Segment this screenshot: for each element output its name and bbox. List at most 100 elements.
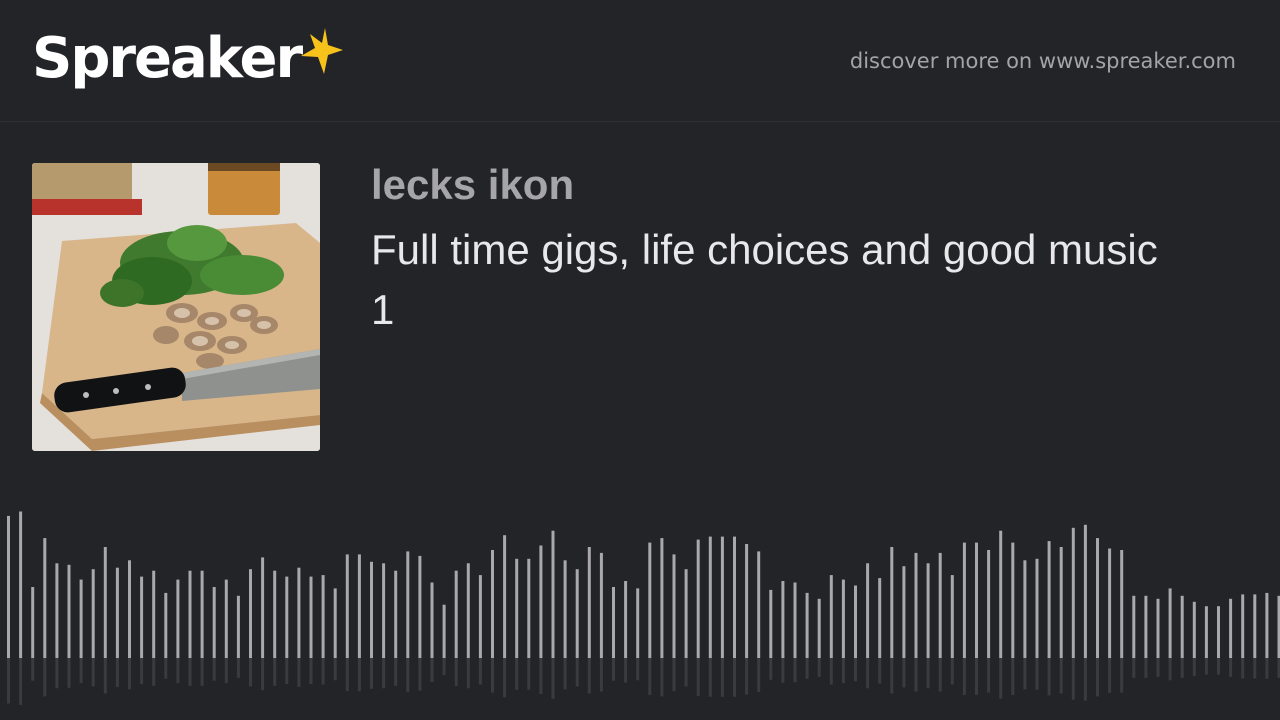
episode-author[interactable]: lecks ikon (371, 162, 574, 208)
waveform-bar-reflection (164, 658, 168, 679)
waveform-bar-reflection (406, 658, 410, 693)
waveform-bar-reflection (152, 658, 156, 686)
waveform-bar (769, 589, 773, 658)
waveform-bar-reflection (503, 658, 507, 698)
waveform-bar (539, 545, 543, 658)
waveform-bar (1047, 541, 1051, 658)
waveform-bar-reflection (648, 658, 652, 695)
waveform-bar-reflection (91, 658, 95, 687)
waveform-bar-reflection (612, 658, 615, 681)
waveform-bar (1204, 606, 1208, 658)
waveform-bar (1083, 524, 1087, 658)
waveform-bar (321, 575, 325, 658)
waveform-bar (1192, 601, 1196, 658)
waveform-bar (249, 569, 252, 658)
waveform-bar-reflection (781, 658, 785, 683)
waveform-bar-reflection (1083, 658, 1087, 701)
waveform-bar (128, 560, 131, 658)
waveform-bar (1011, 542, 1015, 658)
waveform-bar (43, 538, 47, 658)
waveform-bar (91, 569, 95, 658)
waveform-bar (430, 582, 434, 658)
waveform-bar (491, 550, 494, 658)
waveform-bar-reflection (962, 658, 966, 695)
waveform-bar-reflection (878, 658, 882, 684)
waveform-bar (648, 542, 652, 658)
waveform-bar-reflection (273, 658, 277, 686)
waveform-bar (551, 530, 555, 658)
waveform-bar-reflection (176, 658, 180, 684)
waveform-bar-reflection (599, 658, 603, 692)
waveform-bar-reflection (212, 658, 216, 681)
waveform-bar-reflection (950, 658, 954, 685)
waveform-bar-reflection (720, 658, 724, 697)
waveform-bar-reflection (938, 658, 942, 692)
waveform-bar (382, 563, 386, 658)
waveform-bar (805, 592, 809, 658)
waveform-bar-reflection (987, 658, 991, 693)
waveform-bar-reflection (236, 658, 240, 678)
waveform-bar-reflection (841, 658, 845, 684)
waveform-bar-reflection (914, 658, 918, 692)
waveform-bar-reflection (67, 658, 71, 688)
waveform-bar-reflection (1229, 658, 1233, 677)
waveform-bar-reflection (1241, 658, 1245, 679)
waveform-bar-reflection (418, 658, 422, 691)
waveform-bar-reflection (394, 658, 398, 686)
waveform-bar-reflection (1120, 658, 1124, 693)
waveform-bar-reflection (128, 658, 131, 690)
episode-cover-image (32, 163, 320, 451)
waveform-bar (1168, 588, 1172, 658)
waveform-bar-reflection (1071, 658, 1075, 700)
waveform-bar-reflection (1144, 658, 1148, 678)
waveform-bar (696, 539, 700, 658)
waveform-bar (1096, 538, 1099, 658)
episode-title[interactable]: Full time gigs, life choices and good mu… (371, 220, 1171, 340)
waveform-bar (345, 554, 349, 658)
waveform-bar (527, 558, 531, 658)
waveform-bar-reflection (321, 658, 325, 685)
waveform-bar-reflection (115, 658, 119, 687)
waveform-bar-reflection (309, 658, 313, 684)
waveform-bar-reflection (708, 658, 712, 697)
waveform-bar (224, 579, 228, 658)
waveform-bar (878, 578, 882, 658)
waveform-bar (1241, 594, 1245, 658)
waveform-bar (79, 579, 83, 658)
spreaker-logo[interactable]: Spreaker (32, 24, 345, 94)
waveform-bar (261, 557, 265, 658)
waveform-bar-reflection (793, 658, 797, 683)
waveform-bar (720, 536, 724, 658)
waveform-bar (612, 587, 615, 658)
waveform-bar-reflection (249, 658, 252, 687)
waveform-bar (1265, 592, 1269, 658)
waveform-bar-reflection (1217, 658, 1220, 675)
waveform-bar (466, 563, 470, 658)
waveform-bar-reflection (866, 658, 870, 689)
waveform-bar-reflection (624, 658, 628, 683)
waveform-bar (503, 535, 507, 658)
waveform-bar (950, 575, 954, 658)
discover-more-link[interactable]: discover more on www.spreaker.com (850, 48, 1236, 74)
waveform-bar (962, 542, 966, 658)
waveform-bar-reflection (466, 658, 470, 689)
waveform-bar (999, 530, 1003, 658)
audio-waveform[interactable] (0, 500, 1280, 720)
waveform-bar (854, 585, 857, 658)
waveform-bar-reflection (345, 658, 349, 692)
waveform-bar (140, 576, 144, 658)
waveform-bar-reflection (1253, 658, 1257, 679)
waveform-bar (829, 575, 833, 658)
waveform-bar (757, 551, 761, 658)
waveform-bar (890, 547, 894, 658)
waveform-bar (914, 552, 918, 658)
waveform-bar (902, 566, 906, 658)
waveform-bar (297, 567, 301, 658)
waveform-bar-reflection (200, 658, 204, 686)
waveform-bar-reflection (1265, 658, 1269, 679)
waveform-bar (442, 604, 446, 658)
waveform-bar-reflection (1180, 658, 1184, 678)
waveform-bar-reflection (370, 658, 373, 689)
waveform-bar (309, 576, 313, 658)
waveform-bar-reflection (769, 658, 773, 680)
